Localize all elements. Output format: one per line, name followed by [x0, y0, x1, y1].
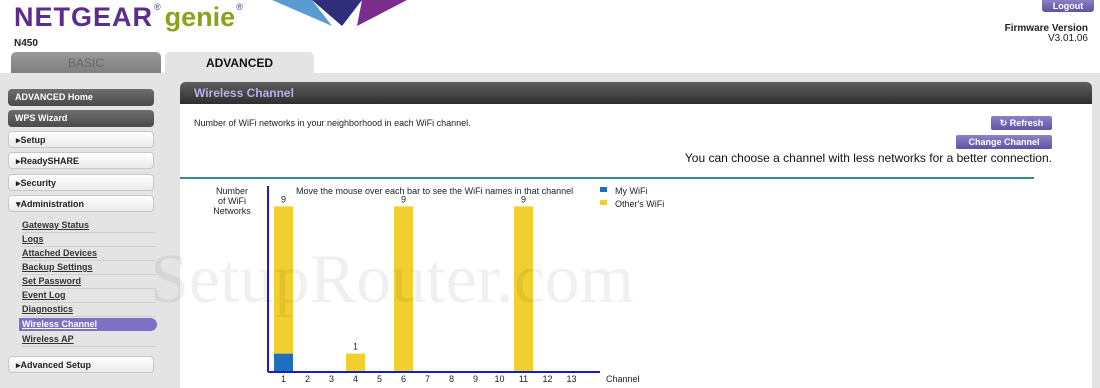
firmware-value: V3.01.06 [1047, 33, 1088, 44]
sidebar-item-label: Setup [20, 135, 46, 145]
x-tick-label: 10 [494, 374, 504, 384]
sidebar: ADVANCED Home WPS Wizard ▸Setup ▸ReadySH… [0, 76, 172, 388]
chart-annotation: Move the mouse over each bar to see the … [296, 186, 573, 196]
logout-button[interactable]: Logout [1042, 0, 1094, 12]
x-tick-label: 9 [473, 374, 478, 384]
refresh-icon: ↻ [999, 118, 1008, 128]
data-label-ch6: 9 [401, 194, 406, 204]
sidebar-item-readyshare[interactable]: ▸ReadySHARE [8, 152, 154, 169]
product-reg: ® [236, 2, 243, 12]
sidebar-item-security[interactable]: ▸Security [8, 174, 154, 191]
x-tick-label: 3 [329, 374, 334, 384]
divider-line [180, 177, 1034, 179]
refresh-label: Refresh [1009, 118, 1044, 128]
legend-my-wifi-swatch [600, 187, 607, 192]
brand-reg: ® [154, 2, 161, 12]
sidebar-item-label: Administration [20, 199, 85, 209]
sidebar-sub-gateway-status[interactable]: Gateway Status [22, 219, 156, 233]
main-panel: Wireless Channel Number of WiFi networks… [180, 82, 1092, 388]
bar-others-wifi-ch4[interactable] [346, 353, 365, 372]
bar-others-wifi-ch11[interactable] [514, 206, 533, 372]
sidebar-item-advanced-home[interactable]: ADVANCED Home [8, 89, 154, 106]
data-label-ch4: 1 [353, 342, 358, 352]
legend-others-wifi-swatch [600, 200, 607, 205]
sidebar-sub-wireless-ap[interactable]: Wireless AP [22, 333, 156, 347]
bar-my-wifi-ch1[interactable] [274, 353, 293, 372]
sidebar-item-advanced-setup[interactable]: ▸Advanced Setup [8, 356, 154, 373]
tab-basic[interactable]: BASIC [11, 52, 161, 74]
legend-others-wifi: Other's WiFi [615, 199, 664, 209]
x-tick-label: 13 [566, 374, 576, 384]
page-description: Number of WiFi networks in your neighbor… [194, 118, 471, 128]
title-bar: Wireless Channel [180, 82, 1092, 104]
x-tick-label: 1 [281, 374, 286, 384]
model-name: N450 [14, 38, 38, 49]
x-tick-label: 6 [401, 374, 406, 384]
y-axis-label: Number of WiFi Networks [213, 186, 251, 216]
x-tick-label: 7 [425, 374, 430, 384]
netgear-genie-logo: NETGEAR® genie® [14, 2, 243, 33]
tab-advanced[interactable]: ADVANCED [165, 52, 314, 74]
sidebar-sub-wireless-channel[interactable]: Wireless Channel [19, 318, 157, 331]
sidebar-item-administration[interactable]: ▾Administration [8, 195, 154, 212]
sidebar-sub-event-log[interactable]: Event Log [22, 289, 156, 303]
sidebar-sub-backup-settings[interactable]: Backup Settings [22, 261, 156, 275]
sidebar-item-setup[interactable]: ▸Setup [8, 131, 154, 148]
sidebar-sub-set-password[interactable]: Set Password [22, 275, 156, 289]
hint-text: You can choose a channel with less netwo… [684, 151, 1052, 165]
sidebar-item-label: Advanced Setup [20, 360, 92, 370]
brand-text: NETGEAR [14, 2, 154, 32]
sidebar-sub-attached-devices[interactable]: Attached Devices [22, 247, 156, 261]
sidebar-sub-logs[interactable]: Logs [22, 233, 156, 247]
sidebar-item-label: Security [20, 178, 57, 188]
sidebar-sub-diagnostics[interactable]: Diagnostics [22, 303, 156, 317]
header: NETGEAR® genie® N450 Logout Firmware Vers… [0, 0, 1100, 75]
x-tick-label: 11 [519, 374, 528, 384]
wifi-channel-chart: Number of WiFi Networks Move the mouse ove… [213, 186, 664, 384]
sidebar-item-wps-wizard[interactable]: WPS Wizard [8, 110, 154, 127]
page-title: Wireless Channel [194, 86, 294, 100]
bar-others-wifi-ch1[interactable] [274, 206, 293, 354]
x-tick-label: 12 [542, 374, 552, 384]
x-tick-label: 2 [305, 374, 310, 384]
data-label-ch1: 9 [281, 194, 286, 204]
x-tick-label: 8 [449, 374, 454, 384]
x-tick-label: 5 [377, 374, 382, 384]
change-channel-button[interactable]: Change Channel [956, 135, 1052, 149]
data-label-ch11: 9 [521, 194, 526, 204]
legend-my-wifi: My WiFi [615, 186, 648, 196]
bar-group: 91 2 314 596 7 8 9 10911 12 13 [274, 194, 577, 384]
x-axis-label: Channel [606, 374, 640, 384]
genie-swoosh-icon [272, 0, 407, 26]
bar-others-wifi-ch6[interactable] [394, 206, 413, 372]
sidebar-item-label: ReadySHARE [20, 156, 80, 166]
refresh-button[interactable]: ↻ Refresh [991, 116, 1052, 130]
product-text: genie [164, 2, 236, 32]
x-tick-label: 4 [353, 374, 358, 384]
